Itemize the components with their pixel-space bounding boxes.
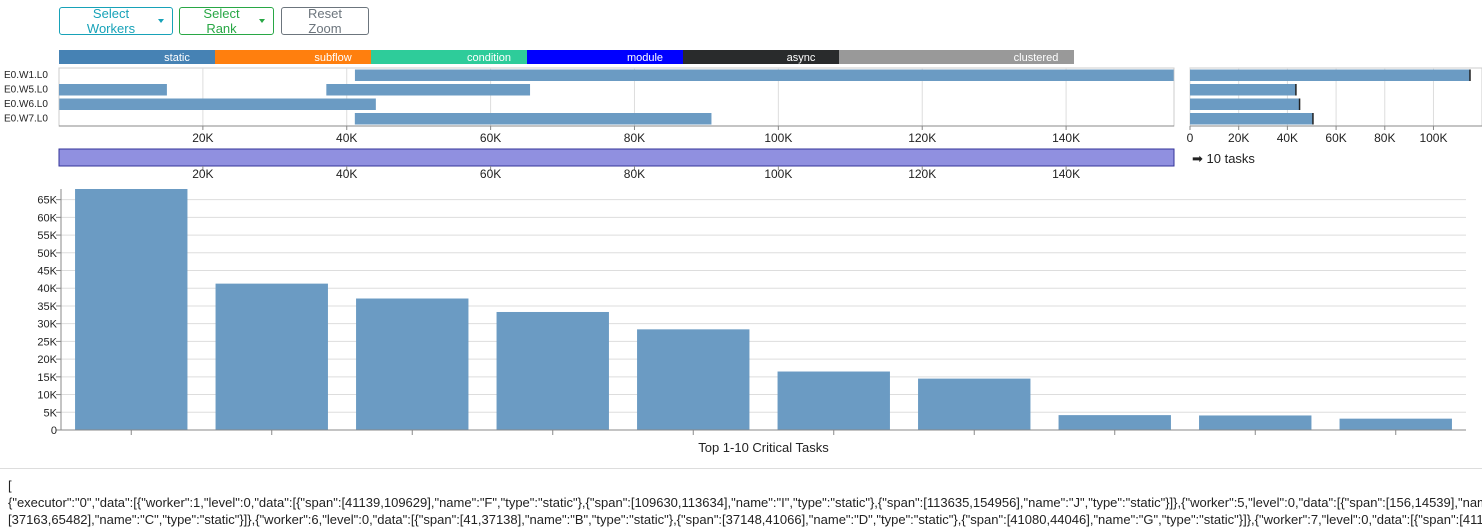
rank-y-tick-label: 45K	[37, 266, 57, 278]
task-count-annotation: ➡ 10 tasks	[1192, 151, 1255, 166]
brush-tick-label: 40K	[336, 167, 357, 181]
brush-tick-label: 100K	[764, 167, 792, 181]
worker-load-chart: 0 20K 40K 60K 80K 100K	[1187, 67, 1482, 145]
critical-task-bar-8	[1058, 415, 1171, 430]
critical-task-bar-2	[215, 283, 328, 430]
timeline-tick-label: 80K	[624, 131, 645, 145]
critical-task-bar-9	[1199, 415, 1312, 430]
critical-task-bar-5	[637, 329, 750, 430]
legend-label: subflow	[314, 52, 351, 64]
rank-x-axis-label: Top 1-10 Critical Tasks	[698, 440, 829, 455]
timeline-task-bar[interactable]	[59, 84, 167, 96]
load-tick-label: 100K	[1419, 131, 1447, 145]
rank-y-tick-label: 25K	[37, 336, 57, 348]
timeline-task-bar[interactable]	[354, 69, 1174, 82]
brush-tick-label: 20K	[192, 167, 213, 181]
critical-task-bar-10	[1339, 418, 1452, 430]
rank-y-tick-label: 10K	[37, 390, 57, 402]
time-brush[interactable]: 20K 40K 60K 80K 100K 120K 140K ➡ 10 tasks	[58, 148, 1255, 181]
raw-json-output: [ {"executor":"0","data":[{"worker":1,"le…	[0, 468, 1482, 530]
brush-selection[interactable]	[58, 148, 1175, 167]
timeline-tick-label: 20K	[192, 131, 213, 145]
raw-json-line: [37163,65482],"name":"C","type":"static"…	[8, 512, 1482, 527]
timeline-task-bar[interactable]	[59, 98, 376, 111]
timeline-worker-label: E0.W6.L0	[4, 99, 48, 110]
legend-label: module	[627, 52, 663, 64]
worker-timeline[interactable]: E0.W1.L0 E0.W5.L0 E0.W6.L0 E0.W7.L0 20K 40K 60…	[4, 67, 1175, 145]
load-tick-label: 60K	[1325, 131, 1346, 145]
legend-swatch-async	[683, 50, 839, 64]
load-tick-label: 40K	[1277, 131, 1298, 145]
load-tick-label: 0	[1187, 131, 1194, 145]
legend-label: clustered	[1014, 52, 1059, 64]
load-bar	[1190, 69, 1470, 81]
timeline-task-bar[interactable]	[326, 84, 531, 96]
brush-tick-label: 140K	[1052, 167, 1080, 181]
brush-tick-label: 60K	[480, 167, 501, 181]
brush-tick-label: 80K	[624, 167, 645, 181]
rank-y-tick-label: 65K	[37, 195, 57, 207]
rank-y-tick-label: 15K	[37, 372, 57, 384]
critical-task-bar-7	[918, 378, 1031, 430]
rank-y-tick-label: 0	[51, 425, 57, 437]
timeline-task-bar[interactable]	[354, 113, 712, 125]
critical-task-bar-1	[75, 189, 188, 430]
timeline-worker-label: E0.W1.L0	[4, 70, 48, 81]
load-tick-label: 20K	[1228, 131, 1249, 145]
rank-y-tick-label: 55K	[37, 230, 57, 242]
timeline-tick-label: 40K	[336, 131, 357, 145]
legend-label: async	[787, 52, 816, 64]
critical-task-bar-6	[777, 371, 890, 430]
rank-y-tick-label: 5K	[44, 407, 58, 419]
rank-y-tick-label: 50K	[37, 248, 57, 260]
task-type-legend: static subflow condition module async cluster…	[59, 50, 1074, 64]
raw-json-line: [	[8, 478, 12, 493]
rank-y-tick-label: 40K	[37, 283, 57, 295]
rank-y-tick-label: 20K	[37, 354, 57, 366]
rank-y-tick-label: 30K	[37, 319, 57, 331]
load-tick-label: 80K	[1374, 131, 1395, 145]
load-bar	[1190, 113, 1313, 125]
critical-task-bar-4	[496, 311, 609, 430]
timeline-tick-label: 100K	[764, 131, 792, 145]
legend-swatch-static	[59, 50, 215, 64]
profiler-chart: static subflow condition module async cluster…	[4, 50, 1482, 455]
timeline-worker-label: E0.W7.L0	[4, 114, 48, 125]
critical-tasks-chart: 0 5K 10K 15K 20K 25K 30K 35K 40K 45K 50K 55K 60K 65K T…	[37, 189, 1466, 455]
timeline-tick-label: 120K	[908, 131, 936, 145]
timeline-tick-label: 140K	[1052, 131, 1080, 145]
timeline-tick-label: 60K	[480, 131, 501, 145]
raw-json-line: {"executor":"0","data":[{"worker":1,"lev…	[8, 495, 1482, 510]
rank-y-tick-label: 60K	[37, 212, 57, 224]
timeline-worker-label: E0.W5.L0	[4, 85, 48, 96]
rank-y-tick-label: 35K	[37, 301, 57, 313]
load-bar	[1190, 84, 1296, 96]
load-bar	[1190, 98, 1300, 110]
legend-label: condition	[467, 52, 511, 64]
critical-task-bar-3	[356, 298, 469, 430]
brush-tick-label: 120K	[908, 167, 936, 181]
legend-label: static	[164, 52, 190, 64]
